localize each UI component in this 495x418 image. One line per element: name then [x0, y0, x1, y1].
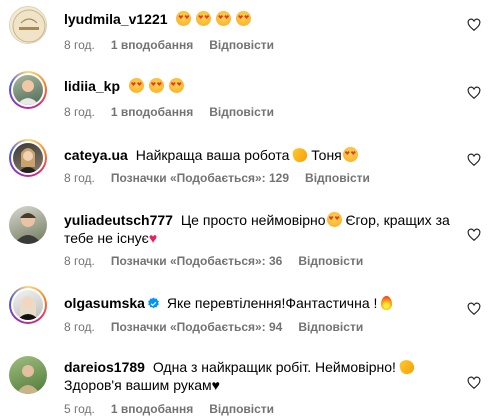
comment-text: Яке перевтілення!Фантастична !	[166, 295, 378, 311]
comment-item: yuliadeutsch777 Це просто неймовірно Єго…	[0, 200, 495, 280]
comment-username[interactable]: dareios1789	[64, 359, 145, 375]
person-photo-icon	[14, 213, 42, 244]
reply-button[interactable]: Відповісти	[305, 171, 370, 185]
comment-meta: 8 год. 1 вподобання Відповісти	[64, 38, 274, 52]
comment-time[interactable]: 8 год.	[64, 320, 95, 334]
clapping-hands-emoji	[398, 358, 416, 376]
comment-text: Це просто неймовірно	[180, 212, 326, 228]
comment-username[interactable]: lidiia_kp	[64, 78, 120, 94]
logo-avatar-icon	[12, 9, 46, 43]
avatar[interactable]	[9, 139, 47, 177]
comment-time[interactable]: 8 год.	[64, 38, 95, 52]
avatar[interactable]	[9, 71, 47, 109]
comment-body: lidiia_kp	[64, 77, 455, 95]
comment-item: lyudmila_v1221 8 год. 1 вподобання Відпо…	[0, 0, 495, 62]
comment-text: Найкраща ваша робота	[135, 147, 290, 163]
verified-badge-icon	[148, 297, 159, 309]
heart-eyes-emoji	[342, 147, 358, 162]
comment-text: Одна з найкращик робіт. Неймовірно!	[152, 359, 396, 375]
comment-item: lidiia_kp 8 год. 1 вподобання Відповісти	[0, 66, 495, 128]
heart-outline-icon[interactable]	[467, 302, 481, 316]
comment-username[interactable]: olgasumska	[64, 295, 145, 311]
heart-eyes-emoji	[175, 11, 252, 27]
reply-button[interactable]: Відповісти	[209, 105, 274, 119]
heart-outline-icon[interactable]	[467, 153, 481, 167]
comment-username[interactable]: lyudmila_v1221	[64, 11, 168, 27]
person-photo-icon	[17, 296, 39, 320]
reply-button[interactable]: Відповісти	[209, 38, 274, 52]
comment-likes[interactable]: 1 вподобання	[111, 105, 193, 119]
comment-meta: 8 год. Позначки «Подобається»: 94 Відпов…	[64, 320, 363, 334]
reply-button[interactable]: Відповісти	[298, 320, 363, 334]
comment-item: dareios1789 Одна з найкращик робіт. Нейм…	[0, 348, 495, 418]
avatar[interactable]	[9, 206, 47, 244]
comment-body: cateya.ua Найкраща ваша робота Тоня	[64, 146, 455, 164]
comment-likes[interactable]: 1 вподобання	[111, 38, 193, 52]
comment-body: dareios1789 Одна з найкращик робіт. Нейм…	[64, 358, 455, 394]
comment-body: olgasumska Яке перевтілення!Фантастична …	[64, 294, 455, 312]
comment-likes[interactable]: 1 вподобання	[111, 402, 193, 416]
comment-meta: 8 год. Позначки «Подобається»: 36 Відпов…	[64, 254, 363, 268]
reply-button[interactable]: Відповісти	[209, 402, 274, 416]
person-photo-icon	[18, 148, 38, 173]
comment-body: yuliadeutsch777 Це просто неймовірно Єго…	[64, 211, 455, 247]
comment-body: lyudmila_v1221	[64, 10, 455, 28]
comment-item: cateya.ua Найкраща ваша робота Тоня 8 го…	[0, 134, 495, 196]
comment-likes[interactable]: Позначки «Подобається»: 36	[111, 254, 282, 268]
comment-meta: 8 год. 1 вподобання Відповісти	[64, 105, 274, 119]
comment-time[interactable]: 5 год.	[64, 402, 95, 416]
heart-outline-icon[interactable]	[467, 86, 481, 100]
avatar[interactable]	[9, 286, 47, 324]
clapping-hands-emoji	[291, 146, 309, 164]
heart-eyes-emoji	[128, 78, 184, 94]
pink-heart-emoji: ♥	[148, 230, 158, 246]
comment-username[interactable]: yuliadeutsch777	[64, 212, 173, 228]
comment-time[interactable]: 8 год.	[64, 254, 95, 268]
heart-eyes-emoji	[326, 212, 342, 227]
comment-likes[interactable]: Позначки «Подобається»: 94	[111, 320, 282, 334]
person-photo-icon	[17, 80, 39, 105]
comment-text-continued: Здоров'я вашим рукам	[64, 377, 212, 393]
heart-outline-icon[interactable]	[467, 228, 481, 242]
comment-meta: 5 год. 1 вподобання Відповісти	[64, 402, 274, 416]
comment-likes[interactable]: Позначки «Подобається»: 129	[111, 171, 289, 185]
heart-outline-icon[interactable]	[467, 18, 481, 32]
fire-emoji	[381, 296, 393, 310]
comment-time[interactable]: 8 год.	[64, 105, 95, 119]
comment-time[interactable]: 8 год.	[64, 171, 95, 185]
heart-outline-icon[interactable]	[467, 376, 481, 390]
comment-meta: 8 год. Позначки «Подобається»: 129 Відпо…	[64, 171, 370, 185]
avatar[interactable]	[9, 6, 47, 44]
black-heart-emoji: ♥	[211, 377, 220, 393]
comment-item: olgasumska Яке перевтілення!Фантастична …	[0, 284, 495, 344]
person-photo-icon	[16, 365, 40, 394]
reply-button[interactable]: Відповісти	[298, 254, 363, 268]
comment-text-continued: Тоня	[311, 147, 342, 163]
avatar[interactable]	[9, 356, 47, 394]
comment-username[interactable]: cateya.ua	[64, 147, 128, 163]
